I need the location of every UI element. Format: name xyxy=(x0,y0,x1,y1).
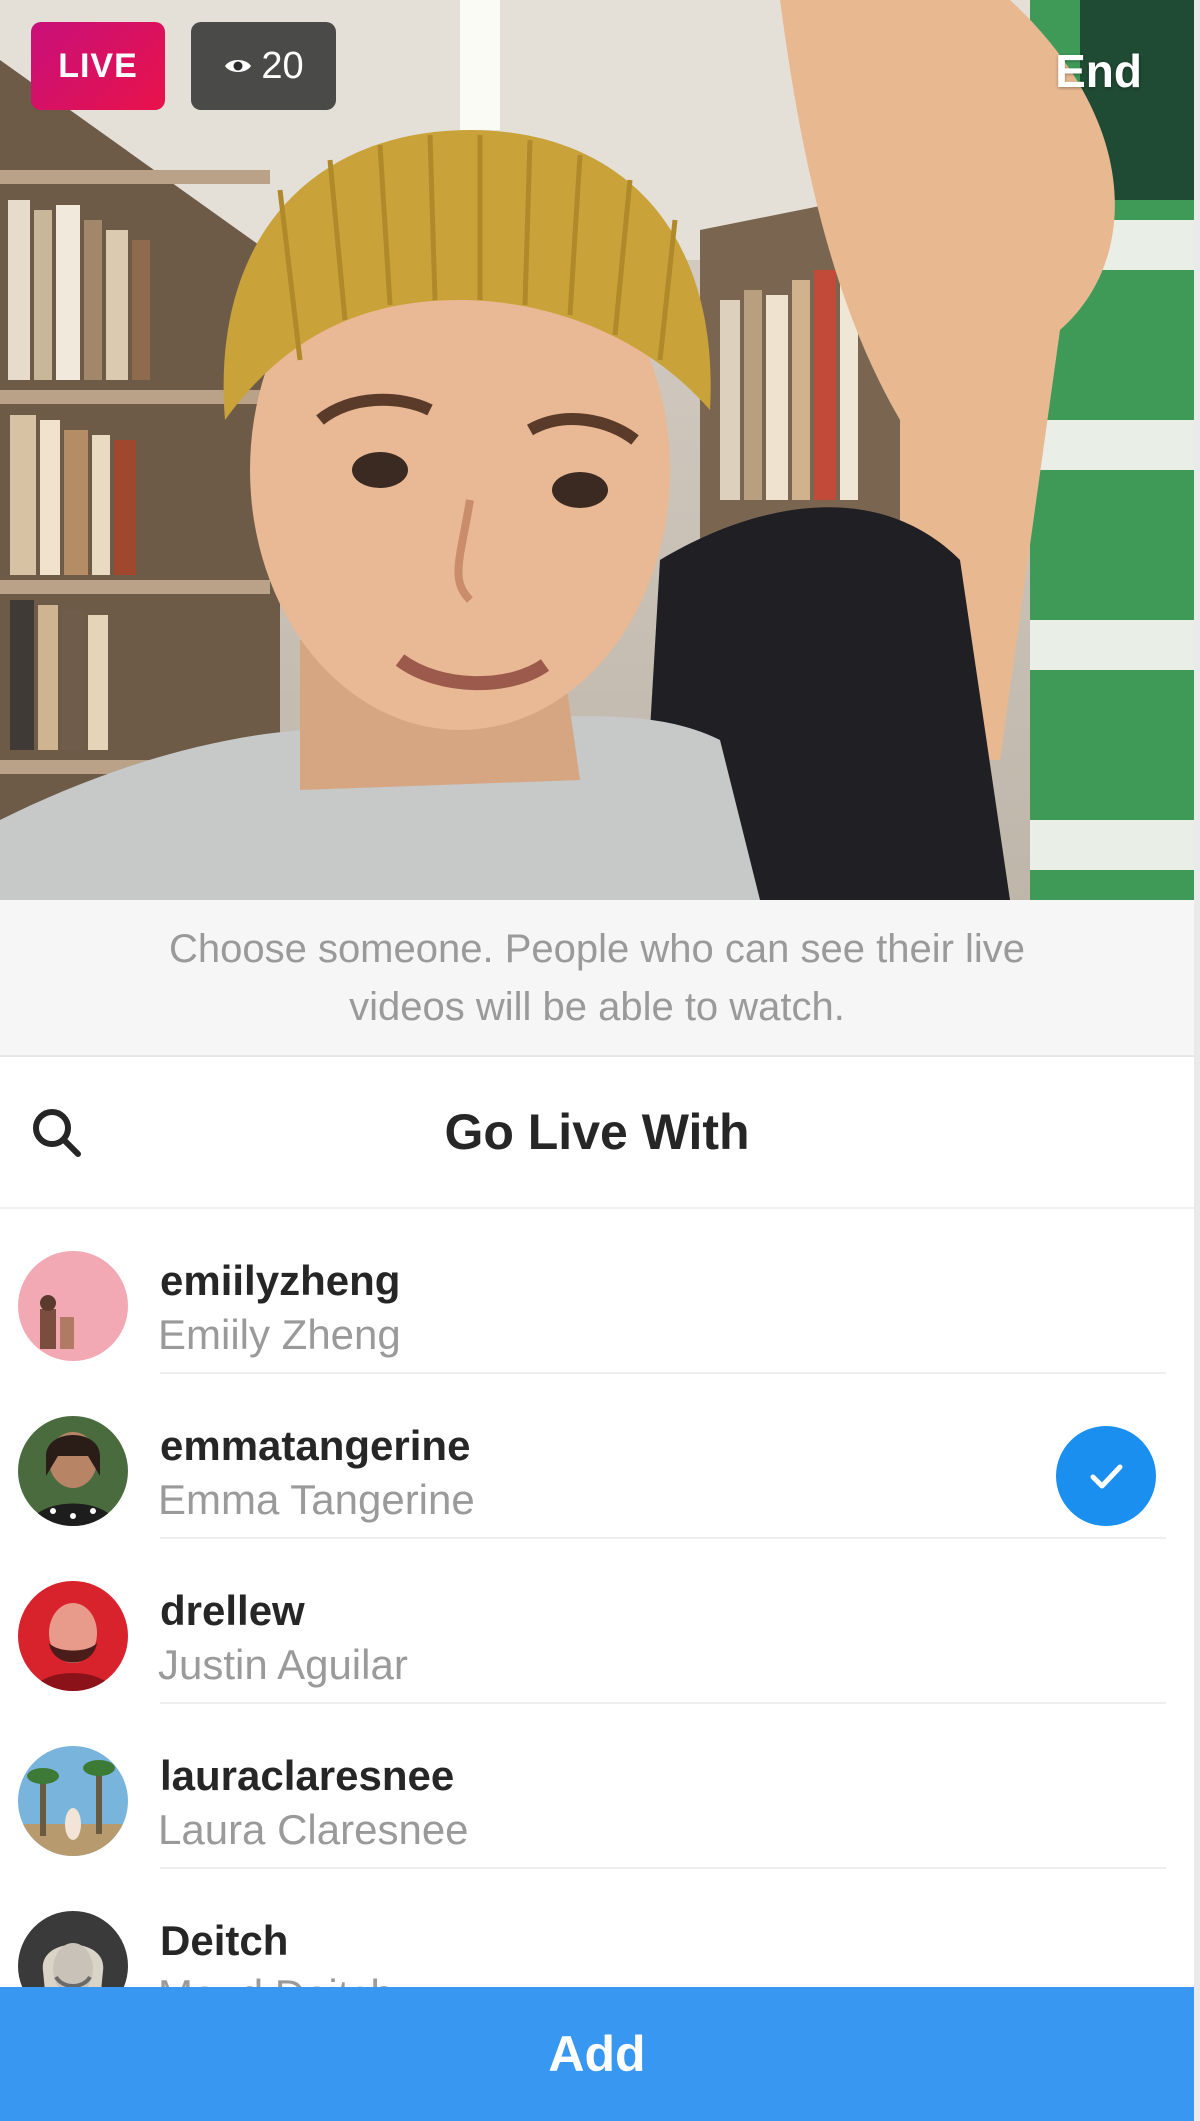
viewer-count-badge[interactable]: 20 xyxy=(191,22,336,110)
video-frame-image xyxy=(0,0,1194,900)
avatar xyxy=(18,1746,128,1856)
avatar xyxy=(18,1416,128,1526)
list-item[interactable]: emiilyzheng Emiily Zheng xyxy=(0,1209,1194,1374)
checkmark-icon xyxy=(1090,1464,1123,1489)
full-name: Maud Deitch xyxy=(158,1971,394,1987)
viewer-count: 20 xyxy=(261,44,304,87)
full-name: Emiily Zheng xyxy=(158,1311,401,1358)
end-button[interactable]: End xyxy=(1055,44,1142,98)
username: emmatangerine xyxy=(160,1422,471,1469)
live-badge: LIVE xyxy=(31,22,165,110)
list-item[interactable]: emmatangerine Emma Tangerine xyxy=(0,1374,1194,1539)
username: emiilyzheng xyxy=(160,1257,401,1304)
full-name: Emma Tangerine xyxy=(158,1476,475,1523)
full-name: Laura Claresnee xyxy=(158,1806,469,1853)
username: lauraclaresnee xyxy=(160,1752,455,1799)
avatar xyxy=(18,1251,128,1361)
screen-edge xyxy=(1194,0,1200,2121)
avatar xyxy=(18,1911,128,1987)
list-item[interactable]: lauraclaresnee Laura Claresnee xyxy=(0,1704,1194,1869)
go-live-with-header: Go Live With xyxy=(0,1057,1194,1209)
add-button[interactable]: Add xyxy=(0,1987,1194,2121)
avatar xyxy=(18,1581,128,1691)
list-item[interactable]: drellew Justin Aguilar xyxy=(0,1539,1194,1704)
people-list: emiilyzheng Emiily Zheng emmatangerine E… xyxy=(0,1209,1194,1987)
username: drellew xyxy=(160,1587,305,1634)
live-video: LIVE 20 End xyxy=(0,0,1194,900)
page-title: Go Live With xyxy=(444,1104,750,1160)
search-icon[interactable] xyxy=(28,1104,84,1160)
username: Deitch xyxy=(160,1917,289,1964)
list-item[interactable]: Deitch Maud Deitch xyxy=(0,1869,1194,1987)
info-text: Choose someone. People who can see their… xyxy=(0,900,1194,1057)
eye-icon xyxy=(225,60,252,72)
full-name: Justin Aguilar xyxy=(158,1641,408,1688)
selected-checkmark[interactable] xyxy=(1056,1426,1156,1526)
